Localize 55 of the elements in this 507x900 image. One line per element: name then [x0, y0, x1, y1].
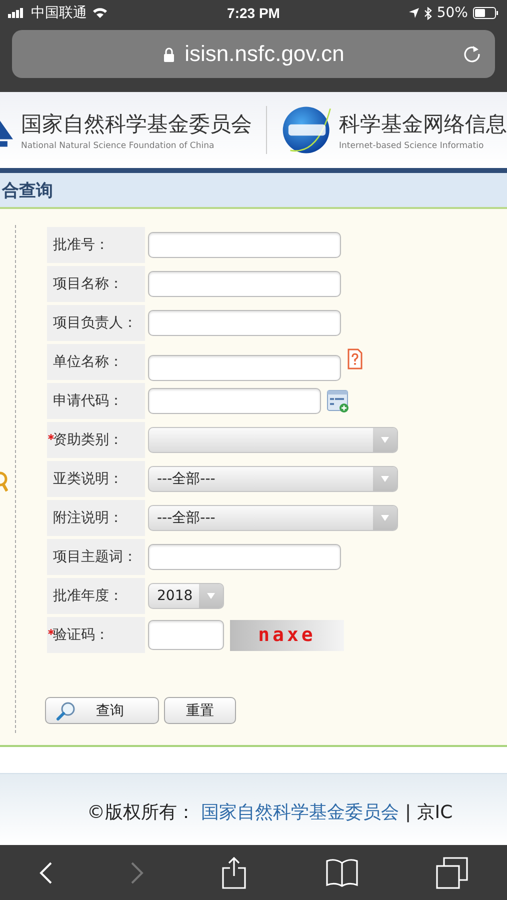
location-icon	[408, 8, 419, 18]
search-button[interactable]: 查询	[45, 697, 159, 724]
bluetooth-icon	[424, 6, 432, 20]
label-text: 亚类说明：	[53, 470, 123, 488]
required-icon	[48, 434, 54, 440]
text-input[interactable]	[148, 355, 341, 381]
share-icon[interactable]	[221, 856, 248, 890]
back-icon[interactable]	[38, 860, 53, 884]
reset-button[interactable]: 重置	[164, 697, 236, 724]
license-text: | 京IC	[405, 801, 453, 824]
label-text: 单位名称：	[53, 353, 123, 371]
text-input[interactable]	[148, 232, 341, 258]
dropdown[interactable]: ---全部---	[148, 505, 398, 531]
label-text: 批准年度：	[53, 587, 123, 605]
lock-icon	[162, 46, 175, 62]
label-text: 项目名称：	[53, 275, 123, 293]
text-input[interactable]	[148, 544, 341, 570]
battery-icon	[472, 7, 499, 19]
year-dropdown[interactable]: 2018	[148, 583, 224, 609]
list-add-icon[interactable]	[327, 389, 349, 413]
clock-time: 7:23 PM	[227, 5, 280, 21]
page-title: 合查询	[2, 180, 53, 202]
search-icon	[56, 700, 76, 720]
address-bar[interactable]: isisn.nsfc.gov.cn	[12, 30, 495, 78]
system-name: 科学基金网络信息	[339, 110, 507, 138]
label-text: 附注说明：	[53, 509, 123, 527]
label-text: 申请代码：	[53, 392, 123, 410]
help-document-icon[interactable]	[347, 348, 363, 370]
text-input[interactable]	[148, 310, 341, 336]
organization-english-name: National Natural Science Foundation of China	[21, 140, 216, 150]
dropdown[interactable]: ---全部---	[148, 466, 398, 492]
label-text: 验证码：	[53, 626, 109, 644]
system-english-name: Internet-based Science Informatio	[339, 140, 485, 150]
label-text: 资助类别：	[53, 431, 123, 449]
battery-percent: 50%	[436, 5, 468, 21]
text-input[interactable]	[148, 271, 341, 297]
copyright-label: ©版权所有：	[87, 801, 195, 824]
dropdown[interactable]	[148, 427, 398, 453]
text-input[interactable]	[148, 388, 321, 414]
organization-link[interactable]: 国家自然科学基金委员会	[201, 800, 399, 824]
label-text: 批准号：	[53, 236, 109, 254]
tabs-icon[interactable]	[436, 856, 468, 888]
captcha-image: naxe	[230, 620, 344, 650]
required-icon	[48, 629, 54, 635]
book-icon[interactable]	[324, 858, 359, 888]
reload-icon[interactable]	[463, 45, 481, 63]
url-text: isisn.nsfc.gov.cn	[184, 41, 344, 67]
wifi-icon	[92, 7, 108, 19]
label-text: 项目负责人：	[53, 314, 137, 332]
captcha-input[interactable]	[148, 620, 224, 650]
carrier-name: 中国联通	[31, 4, 87, 22]
forward-icon[interactable]	[130, 860, 144, 884]
label-text: 项目主题词：	[53, 548, 137, 566]
organization-name: 国家自然科学基金委员会	[21, 110, 252, 138]
signal-icon	[8, 8, 26, 18]
